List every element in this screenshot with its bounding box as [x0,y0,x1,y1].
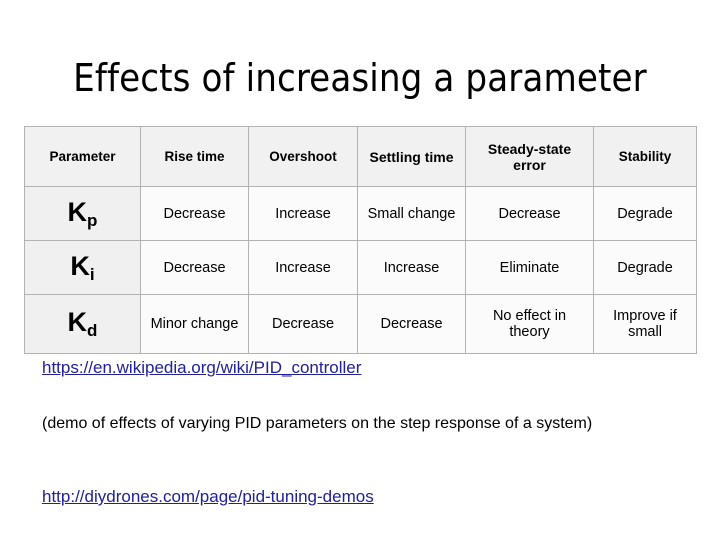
cell-overshoot: Increase [248,186,358,241]
parameter-symbol-base: K [67,307,88,337]
column-header-settling-time: Settling time [357,126,466,187]
cell-rise-time: Decrease [140,240,249,295]
parameter-symbol-subscript: p [87,210,98,230]
table-row: Ki Decrease Increase Increase Eliminate … [24,240,697,295]
table-row: Kp Decrease Increase Small change Decrea… [24,186,697,241]
column-header-overshoot: Overshoot [248,126,358,187]
cell-rise-time: Minor change [140,294,249,354]
cell-parameter-kd: Kd [24,294,141,354]
table: Parameter Rise time Overshoot Settling t… [24,126,697,354]
column-header-stability: Stability [593,126,697,187]
parameter-symbol-subscript: d [87,321,98,340]
parameter-symbol-base: K [70,250,90,281]
demo-description-text: (demo of effects of varying PID paramete… [42,415,593,432]
parameter-symbol-subscript: i [89,264,95,284]
cell-stability: Degrade [593,240,697,295]
cell-parameter-kp: Kp [24,186,141,241]
cell-parameter-ki: Ki [24,240,141,295]
table-header: Parameter Rise time Overshoot Settling t… [24,126,697,187]
parameter-symbol: Kp [67,196,98,230]
page-title: Effects of increasing a parameter [73,56,647,100]
cell-rise-time: Decrease [140,186,249,241]
parameter-symbol: Kd [67,307,98,341]
table-row: Kd Minor change Decrease Decrease No eff… [24,294,697,354]
wikipedia-pid-controller-link[interactable]: https://en.wikipedia.org/wiki/PID_contro… [42,358,361,378]
cell-overshoot: Decrease [248,294,358,354]
cell-steady-state-error: Decrease [465,186,594,241]
cell-overshoot: Increase [248,240,358,295]
cell-settling-time: Decrease [357,294,466,354]
parameter-symbol-base: K [67,196,88,227]
parameter-effects-table: Parameter Rise time Overshoot Settling t… [24,126,697,354]
column-header-rise-time: Rise time [140,126,249,187]
table-body: Kp Decrease Increase Small change Decrea… [24,186,697,354]
cell-steady-state-error: No effect in theory [465,294,594,354]
table-header-row: Parameter Rise time Overshoot Settling t… [24,126,697,187]
cell-stability: Degrade [593,186,697,241]
cell-settling-time: Increase [357,240,466,295]
column-header-steady-state-error: Steady-state error [465,126,594,187]
cell-steady-state-error: Eliminate [465,240,594,295]
cell-stability: Improve if small [593,294,697,354]
parameter-symbol: Ki [70,250,95,284]
cell-settling-time: Small change [357,186,466,241]
diydrones-pid-tuning-demos-link[interactable]: http://diydrones.com/page/pid-tuning-dem… [42,487,374,507]
column-header-parameter: Parameter [24,126,141,187]
